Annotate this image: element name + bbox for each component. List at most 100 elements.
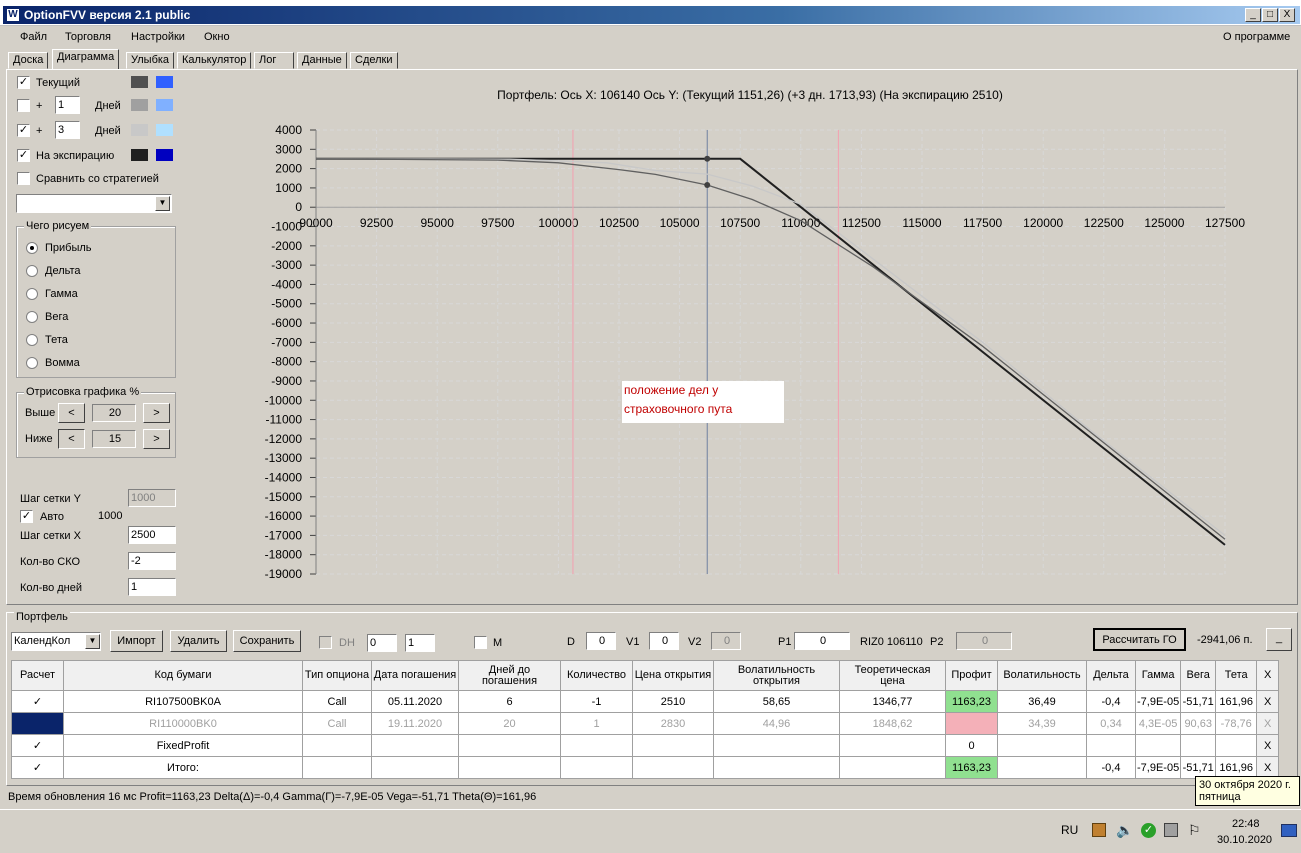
below-increase-button[interactable]: > — [143, 429, 170, 449]
menu-about[interactable]: О программе — [1223, 31, 1290, 43]
expiry-color-b[interactable] — [156, 149, 173, 161]
menu-file[interactable]: Файл — [20, 31, 47, 43]
radio-vomma[interactable] — [26, 357, 38, 369]
show-desktop-icon[interactable] — [1281, 824, 1297, 837]
speaker-icon[interactable]: 🔈 — [1116, 822, 1133, 839]
days1-color-b[interactable] — [156, 99, 173, 111]
table-row[interactable]: ✓ FixedProfit 0 X — [11, 734, 1280, 757]
row-checkbox-cell[interactable]: ✓ — [11, 734, 64, 757]
col-header[interactable]: X — [1256, 660, 1280, 691]
current-checkbox[interactable]: ✓ — [17, 76, 30, 89]
sko-input[interactable]: -2 — [128, 552, 176, 570]
auto-checkbox[interactable]: ✓ — [20, 510, 33, 523]
import-button[interactable]: Импорт — [110, 630, 163, 652]
col-header[interactable]: Гамма — [1134, 660, 1182, 691]
days1-checkbox[interactable] — [17, 99, 30, 112]
col-header[interactable]: Теоретическая цена — [839, 660, 946, 691]
clock-time[interactable]: 22:48 — [1232, 818, 1260, 830]
network-icon[interactable] — [1164, 823, 1178, 837]
days2-color-b[interactable] — [156, 124, 173, 136]
radio-delta[interactable] — [26, 265, 38, 277]
expiry-checkbox[interactable]: ✓ — [17, 149, 30, 162]
close-button[interactable]: X — [1279, 8, 1295, 22]
collapse-button[interactable]: _ — [1266, 628, 1292, 651]
save-button[interactable]: Сохранить — [233, 630, 301, 652]
col-header[interactable]: Вега — [1180, 660, 1217, 691]
above-value[interactable]: 20 — [92, 404, 136, 422]
package-icon[interactable] — [1092, 823, 1106, 837]
above-increase-button[interactable]: > — [143, 403, 170, 423]
row-remove-cell[interactable]: X — [1256, 690, 1280, 713]
p2-input[interactable]: 0 — [956, 632, 1012, 650]
tab-calculator[interactable]: Калькулятор — [177, 52, 252, 69]
days2-checkbox[interactable]: ✓ — [17, 124, 30, 137]
pnl-chart[interactable]: 4000 3000 2000 1000 0 -1000 -2000 -3000 -4000 -50… — [250, 110, 1290, 600]
expiry-color-a[interactable] — [131, 149, 148, 161]
row-remove-cell[interactable]: X — [1256, 712, 1280, 735]
dh-spin-1[interactable]: 0 — [367, 634, 397, 652]
row-checkbox-cell[interactable]: ✓ — [11, 690, 64, 713]
above-decrease-button[interactable]: < — [58, 403, 85, 423]
dh-spin-2[interactable]: 1 — [405, 634, 435, 652]
below-value[interactable]: 15 — [92, 430, 136, 448]
chevron-down-icon[interactable]: ▼ — [155, 196, 170, 211]
table-row[interactable]: ✓ RI107500BK0A Call 05.11.2020 6 -1 2510 58,65 1… — [11, 690, 1280, 713]
col-header[interactable]: Волатильность открытия — [713, 660, 840, 691]
col-header[interactable]: Дельта — [1086, 660, 1136, 691]
row-remove-cell[interactable]: X — [1256, 734, 1280, 757]
days2-color-a[interactable] — [131, 124, 148, 136]
col-header[interactable]: Тип опциона — [302, 660, 372, 691]
radio-gamma[interactable] — [26, 288, 38, 300]
col-header[interactable]: Количество — [560, 660, 633, 691]
m-checkbox[interactable] — [474, 636, 487, 649]
col-header[interactable]: Тета — [1215, 660, 1258, 691]
d-input[interactable]: 0 — [586, 632, 616, 650]
menu-settings[interactable]: Настройки — [131, 31, 185, 43]
minimize-button[interactable]: _ — [1245, 8, 1261, 22]
p1-input[interactable]: 0 — [794, 632, 850, 650]
days-count-input[interactable]: 1 — [128, 578, 176, 596]
days2-input[interactable]: 3 — [55, 121, 80, 139]
language-indicator[interactable]: RU — [1061, 823, 1078, 837]
calc-go-button[interactable]: Рассчитать ГО — [1093, 628, 1186, 651]
radio-profit[interactable] — [26, 242, 38, 254]
col-header[interactable]: Цена открытия — [632, 660, 714, 691]
radio-vega[interactable] — [26, 311, 38, 323]
col-header[interactable]: Профит — [945, 660, 998, 691]
tab-smile[interactable]: Улыбка — [126, 52, 175, 69]
clock-date[interactable]: 30.10.2020 — [1217, 834, 1272, 846]
col-header[interactable]: Код бумаги — [63, 660, 303, 691]
row-checkbox-cell[interactable]: ✓ — [11, 756, 64, 779]
maximize-button[interactable]: □ — [1262, 8, 1278, 22]
dh-checkbox[interactable] — [319, 636, 332, 649]
col-header[interactable]: Дней до погашения — [458, 660, 561, 691]
current-color-a[interactable] — [131, 76, 148, 88]
menu-trade[interactable]: Торговля — [65, 31, 111, 43]
strategy-select[interactable] — [16, 194, 172, 213]
v2-input[interactable]: 0 — [711, 632, 741, 650]
days1-input[interactable]: 1 — [55, 96, 80, 114]
radio-theta[interactable] — [26, 334, 38, 346]
below-decrease-button[interactable]: < — [58, 429, 85, 449]
delete-button[interactable]: Удалить — [170, 630, 227, 652]
tab-log[interactable]: Лог — [254, 52, 294, 69]
flag-icon[interactable]: ⚐ — [1188, 822, 1201, 839]
security-check-icon[interactable]: ✓ — [1141, 823, 1156, 838]
grid-x-input[interactable]: 2500 — [128, 526, 176, 544]
menu-window[interactable]: Окно — [204, 31, 230, 43]
tab-data[interactable]: Данные — [297, 52, 347, 69]
compare-checkbox[interactable] — [17, 172, 30, 185]
col-header[interactable]: Расчет — [11, 660, 64, 691]
table-row[interactable]: RI110000BK0 Call 19.11.2020 20 1 2830 44,96 184… — [11, 712, 1280, 735]
v1-input[interactable]: 0 — [649, 632, 679, 650]
col-header[interactable]: Дата погашения — [371, 660, 459, 691]
col-header[interactable]: Волатильность — [997, 660, 1087, 691]
chevron-down-icon[interactable]: ▼ — [85, 634, 100, 649]
current-color-b[interactable] — [156, 76, 173, 88]
tab-deals[interactable]: Сделки — [350, 52, 398, 69]
days1-color-a[interactable] — [131, 99, 148, 111]
tab-board[interactable]: Доска — [8, 52, 49, 69]
tab-diagram[interactable]: Диаграмма — [52, 49, 120, 69]
grid-y-input[interactable]: 1000 — [128, 489, 176, 507]
table-row[interactable]: ✓ Итого: 1163,23 -0,4 -7,9E-05 -51,71 161,96 X — [11, 756, 1280, 779]
